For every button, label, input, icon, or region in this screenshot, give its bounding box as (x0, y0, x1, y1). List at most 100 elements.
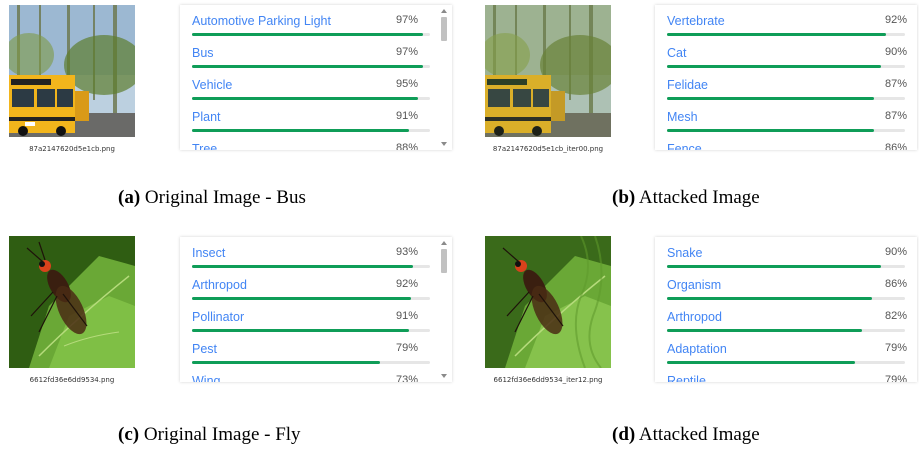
label-name[interactable]: Felidae (667, 78, 708, 92)
caption-tag: (d) (612, 424, 636, 445)
label-row: Adaptation 79% (667, 336, 907, 368)
caption-tag: (c) (118, 424, 140, 445)
label-row: Wing 73% (192, 368, 432, 382)
fly-photo (9, 236, 135, 368)
label-score: 91% (395, 310, 418, 322)
score-bar-track (192, 297, 430, 300)
label-score: 91% (395, 110, 418, 122)
label-name[interactable]: Organism (667, 278, 721, 292)
label-score: 90% (884, 246, 907, 258)
scroll-up-arrow-icon[interactable] (441, 9, 447, 13)
scrollbar[interactable] (440, 9, 448, 146)
label-row: Arthropod 82% (667, 304, 907, 336)
bus-photo-graphic (9, 5, 135, 137)
scrollbar-thumb[interactable] (441, 17, 447, 41)
score-bar-track (667, 361, 905, 364)
score-bar-fill (667, 329, 863, 332)
score-bar-track (192, 361, 430, 364)
label-row: Organism 86% (667, 272, 907, 304)
score-bar-fill (192, 129, 409, 132)
label-name[interactable]: Fence (667, 142, 702, 150)
bus-photo (9, 5, 135, 137)
label-results-card: Automotive Parking Light 97% Bus 97% Veh… (180, 5, 452, 150)
label-score: 86% (884, 142, 907, 150)
label-name[interactable]: Mesh (667, 110, 698, 124)
scroll-down-arrow-icon[interactable] (441, 142, 447, 146)
label-name[interactable]: Arthropod (667, 310, 722, 324)
label-score: 92% (884, 14, 907, 26)
label-row: Automotive Parking Light 97% (192, 8, 432, 40)
bus-attacked-photo (485, 5, 611, 137)
label-name[interactable]: Reptile (667, 374, 706, 382)
label-score: 97% (395, 46, 418, 58)
image-filename: 87a2147620d5e1cb_iter00.png (492, 145, 604, 153)
label-name[interactable]: Cat (667, 46, 686, 60)
score-bar-fill (667, 129, 875, 132)
image-filename: 6612fd36e6dd9534.png (29, 376, 115, 384)
caption-text: Original Image - Bus (140, 187, 306, 208)
label-row: Plant 91% (192, 104, 432, 136)
label-name[interactable]: Snake (667, 246, 702, 260)
label-score: 79% (395, 342, 418, 354)
label-score: 95% (395, 78, 418, 90)
score-bar-track (667, 265, 905, 268)
score-bar-fill (192, 265, 414, 268)
label-score: 97% (395, 14, 418, 26)
label-score: 82% (884, 310, 907, 322)
panel-caption: (a) Original Image - Bus (118, 187, 306, 209)
label-score: 92% (395, 278, 418, 290)
label-score: 79% (884, 342, 907, 354)
score-bar-track (667, 329, 905, 332)
score-bar-fill (667, 97, 875, 100)
score-bar-fill (192, 297, 411, 300)
caption-tag: (b) (612, 187, 636, 208)
caption-tag: (a) (118, 187, 141, 208)
score-bar-track (667, 33, 905, 36)
score-bar-fill (192, 361, 381, 364)
label-row: Snake 90% (667, 240, 907, 272)
label-row: Pollinator 91% (192, 304, 432, 336)
label-score: 87% (884, 110, 907, 122)
label-results-card: Snake 90% Organism 86% Arthropod 82% Ada… (655, 237, 917, 382)
label-row: Vehicle 95% (192, 72, 432, 104)
label-name[interactable]: Insect (192, 246, 225, 260)
panel-caption: (b) Attacked Image (612, 187, 760, 209)
label-row: Felidae 87% (667, 72, 907, 104)
score-bar-fill (192, 65, 423, 68)
label-row: Mesh 87% (667, 104, 907, 136)
score-bar-track (667, 129, 905, 132)
label-name[interactable]: Vehicle (192, 78, 232, 92)
label-results-card: Vertebrate 92% Cat 90% Felidae 87% Mesh … (655, 5, 917, 150)
label-name[interactable]: Bus (192, 46, 214, 60)
label-name[interactable]: Arthropod (192, 278, 247, 292)
label-name[interactable]: Vertebrate (667, 14, 725, 28)
score-bar-fill (667, 65, 882, 68)
label-score: 90% (884, 46, 907, 58)
scrollbar[interactable] (440, 241, 448, 378)
label-name[interactable]: Automotive Parking Light (192, 14, 331, 28)
score-bar-track (667, 65, 905, 68)
label-name[interactable]: Wing (192, 374, 220, 382)
score-bar-track (192, 329, 430, 332)
label-name[interactable]: Tree (192, 142, 217, 150)
image-filename: 87a2147620d5e1cb.png (29, 145, 115, 153)
fly-attacked-photo (485, 236, 611, 368)
label-name[interactable]: Pollinator (192, 310, 244, 324)
score-bar-fill (667, 265, 882, 268)
label-name[interactable]: Adaptation (667, 342, 727, 356)
scrollbar-thumb[interactable] (441, 249, 447, 273)
scroll-down-arrow-icon[interactable] (441, 374, 447, 378)
label-score: 86% (884, 278, 907, 290)
label-row: Cat 90% (667, 40, 907, 72)
score-bar-track (192, 97, 430, 100)
label-score: 93% (395, 246, 418, 258)
label-name[interactable]: Plant (192, 110, 221, 124)
label-row: Arthropod 92% (192, 272, 432, 304)
bus-attacked-photo-graphic (485, 5, 611, 137)
scroll-up-arrow-icon[interactable] (441, 241, 447, 245)
label-row: Reptile 79% (667, 368, 907, 382)
caption-text: Attacked Image (635, 187, 760, 208)
label-name[interactable]: Pest (192, 342, 217, 356)
label-row: Vertebrate 92% (667, 8, 907, 40)
label-score: 88% (395, 142, 418, 150)
